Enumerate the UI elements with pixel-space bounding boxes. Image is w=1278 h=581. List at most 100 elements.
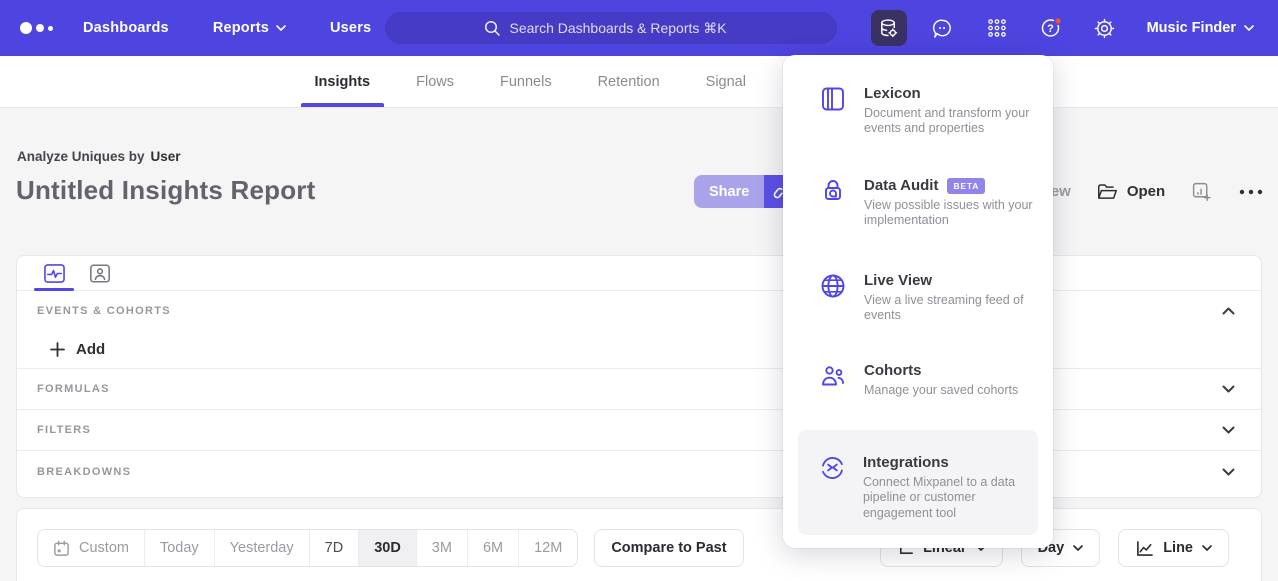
- cohorts-title: Cohorts: [864, 362, 922, 379]
- events-mode-tab[interactable]: [31, 256, 77, 290]
- chevron-down-icon: [1222, 468, 1235, 476]
- app-root: Dashboards Reports Users: [0, 0, 1278, 581]
- formulas-section-header[interactable]: FORMULAS: [17, 369, 1261, 410]
- range-7d[interactable]: 7D: [309, 530, 359, 566]
- plus-icon: [50, 342, 65, 357]
- query-builder-card: EVENTS & COHORTS Add FORMULAS FILTERS BR…: [16, 255, 1262, 498]
- folder-icon: [1097, 183, 1118, 201]
- share-button[interactable]: Share: [694, 175, 764, 208]
- help-icon[interactable]: ?: [1033, 10, 1069, 46]
- more-options-button[interactable]: [1238, 188, 1264, 196]
- range-today[interactable]: Today: [144, 530, 214, 566]
- top-navigation-bar: Dashboards Reports Users: [0, 0, 1278, 56]
- nav-dashboards-label: Dashboards: [83, 20, 169, 36]
- add-label: Add: [76, 341, 105, 358]
- report-tabs: Insights Flows Funnels Retention Signal …: [313, 56, 838, 107]
- nav-dashboards[interactable]: Dashboards: [83, 20, 169, 36]
- breakdowns-section-header[interactable]: BREAKDOWNS: [17, 451, 1261, 492]
- date-range-segmented-control: Custom Today Yesterday 7D 30D 3M 6M 12M: [37, 529, 578, 567]
- global-search[interactable]: [385, 12, 837, 44]
- add-to-dashboard-icon[interactable]: [1191, 181, 1212, 202]
- tab-funnels[interactable]: Funnels: [498, 56, 554, 107]
- range-custom-label: Custom: [79, 540, 129, 556]
- feedback-icon[interactable]: [925, 10, 961, 46]
- range-yesterday[interactable]: Yesterday: [214, 530, 309, 566]
- analyze-by-row: Analyze Uniques by User: [17, 149, 181, 164]
- popover-item-live-view[interactable]: Live View View a live streaming feed of …: [783, 272, 1053, 324]
- filters-section-header[interactable]: FILTERS: [17, 410, 1261, 451]
- nav-reports[interactable]: Reports: [213, 20, 286, 36]
- lexicon-title: Lexicon: [864, 85, 921, 102]
- nav-reports-label: Reports: [213, 20, 269, 36]
- chevron-down-icon: [1222, 426, 1235, 434]
- integrations-icon: [819, 454, 846, 482]
- svg-text:?: ?: [1047, 23, 1054, 35]
- open-label: Open: [1127, 183, 1165, 200]
- data-management-icon[interactable]: [871, 10, 907, 46]
- date-controls-card: Custom Today Yesterday 7D 30D 3M 6M 12M …: [16, 508, 1262, 581]
- add-event-button[interactable]: Add: [17, 331, 1261, 369]
- events-cohorts-label: EVENTS & COHORTS: [37, 305, 171, 317]
- tab-signal[interactable]: Signal: [704, 56, 748, 107]
- cohorts-icon: [819, 362, 847, 390]
- chevron-down-icon: [276, 25, 286, 31]
- nav-users[interactable]: Users: [330, 20, 371, 36]
- topnav-right: ? Music Finder: [871, 0, 1278, 56]
- beta-badge: BETA: [947, 178, 985, 194]
- header-actions: New Open: [1040, 175, 1262, 208]
- primary-nav: Dashboards Reports Users: [83, 20, 371, 36]
- lexicon-icon: [819, 85, 847, 113]
- line-chart-icon: [1135, 540, 1154, 557]
- search-input[interactable]: [510, 20, 740, 36]
- range-12m[interactable]: 12M: [518, 530, 577, 566]
- range-custom[interactable]: Custom: [38, 530, 144, 566]
- tab-insights[interactable]: Insights: [313, 56, 373, 107]
- live-view-icon: [819, 272, 847, 300]
- settings-icon[interactable]: [1087, 10, 1123, 46]
- popover-item-data-audit[interactable]: Data Audit BETA View possible issues wit…: [783, 177, 1053, 229]
- range-30d[interactable]: 30D: [358, 530, 416, 566]
- integrations-title: Integrations: [863, 454, 949, 471]
- live-view-description: View a live streaming feed of events: [864, 293, 1046, 324]
- data-audit-icon: [819, 177, 847, 205]
- ellipsis-icon: [1238, 188, 1264, 196]
- chevron-down-icon: [1073, 545, 1083, 551]
- profiles-mode-tab[interactable]: [77, 256, 123, 290]
- mixpanel-logo[interactable]: [20, 22, 53, 34]
- analyze-by-label: Analyze Uniques by: [17, 149, 145, 164]
- apps-grid-icon[interactable]: [979, 10, 1015, 46]
- date-controls-row: Custom Today Yesterday 7D 30D 3M 6M 12M …: [17, 509, 1261, 567]
- search-icon: [483, 19, 501, 37]
- integrations-description: Connect Mixpanel to a data pipeline or c…: [863, 475, 1038, 521]
- chevron-down-icon: [1244, 25, 1254, 31]
- profile-icon: [89, 263, 111, 284]
- analyze-by-value[interactable]: User: [151, 149, 181, 164]
- tab-retention[interactable]: Retention: [596, 56, 662, 107]
- report-tabbar: Insights Flows Funnels Retention Signal …: [0, 56, 1278, 108]
- compare-to-past-button[interactable]: Compare to Past: [594, 529, 743, 567]
- open-report-button[interactable]: Open: [1097, 183, 1165, 201]
- popover-item-lexicon[interactable]: Lexicon Document and transform your even…: [783, 85, 1053, 137]
- popover-item-cohorts[interactable]: Cohorts Manage your saved cohorts: [783, 362, 1053, 398]
- tab-flows[interactable]: Flows: [414, 56, 456, 107]
- nav-users-label: Users: [330, 20, 371, 36]
- query-mode-tabs: [17, 256, 1261, 291]
- cohorts-description: Manage your saved cohorts: [864, 383, 1046, 398]
- formulas-label: FORMULAS: [37, 383, 110, 395]
- events-cohorts-section-header[interactable]: EVENTS & COHORTS: [17, 291, 1261, 331]
- lexicon-description: Document and transform your events and p…: [864, 106, 1046, 137]
- chevron-down-icon: [1202, 545, 1212, 551]
- calendar-icon: [53, 540, 70, 557]
- workspace-name: Music Finder: [1147, 20, 1236, 36]
- range-6m[interactable]: 6M: [467, 530, 518, 566]
- popover-item-integrations[interactable]: Integrations Connect Mixpanel to a data …: [798, 430, 1038, 535]
- range-3m[interactable]: 3M: [416, 530, 467, 566]
- chevron-up-icon: [1222, 307, 1235, 315]
- integrations-row: Integrations Connect Mixpanel to a data …: [798, 454, 1038, 521]
- chart-type-label: Line: [1163, 540, 1193, 556]
- pulse-chart-icon: [43, 263, 66, 284]
- breakdowns-label: BREAKDOWNS: [37, 466, 131, 478]
- report-title[interactable]: Untitled Insights Report: [16, 175, 315, 206]
- chart-type-dropdown[interactable]: Line: [1118, 529, 1229, 567]
- workspace-switcher[interactable]: Music Finder: [1147, 20, 1254, 36]
